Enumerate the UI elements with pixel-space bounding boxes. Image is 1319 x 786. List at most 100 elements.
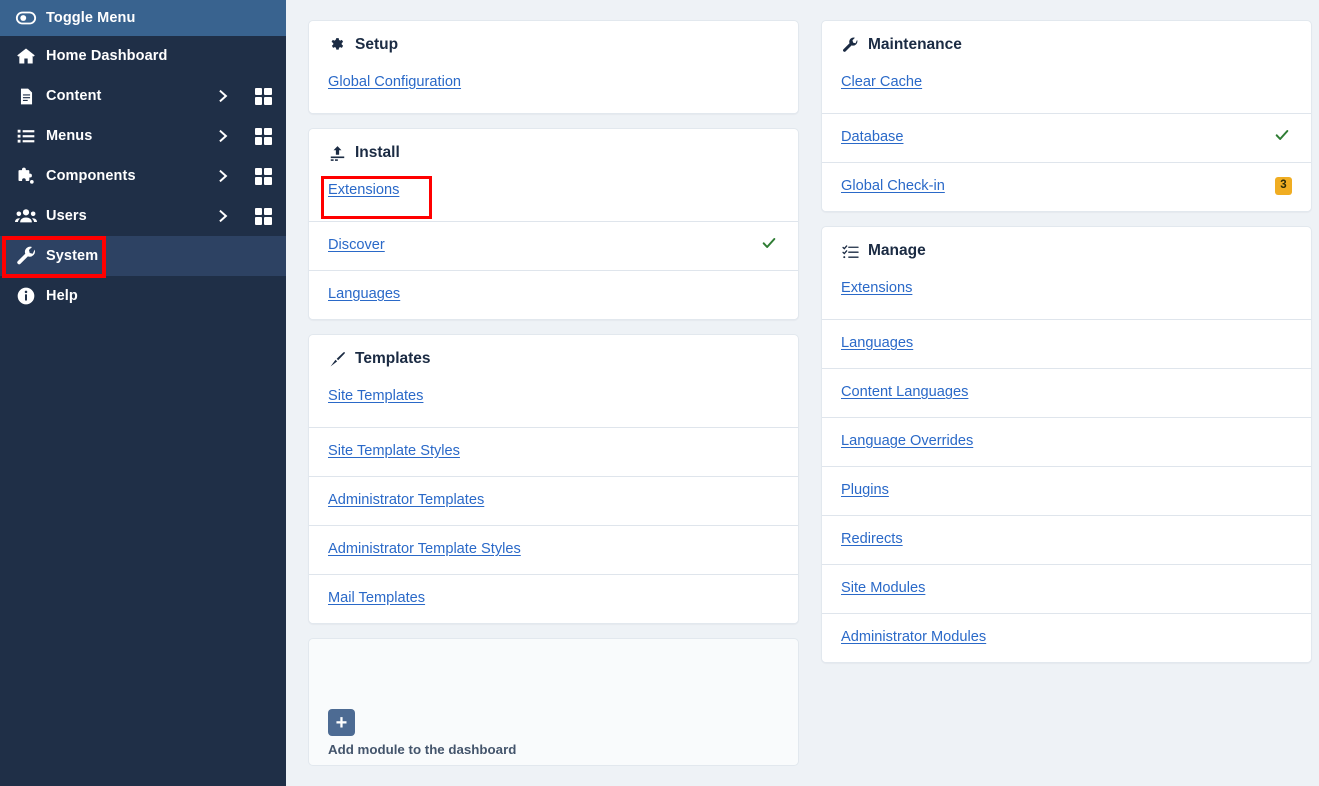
info-icon — [10, 286, 42, 306]
link-administrator-templates[interactable]: Administrator Templates — [328, 492, 779, 508]
row-trailing — [1272, 127, 1292, 147]
link-redirects[interactable]: Redirects — [841, 531, 1292, 547]
panel-title: Install — [355, 144, 400, 161]
panel-title: Maintenance — [868, 36, 962, 53]
panel-manage: Manage Extensions Languages Content Lang… — [821, 226, 1312, 663]
sidebar-item-label: Home Dashboard — [46, 48, 168, 64]
chevron-right-icon[interactable] — [206, 88, 240, 104]
link-site-templates[interactable]: Site Templates — [328, 388, 779, 404]
toggle-menu-label: Toggle Menu — [46, 10, 136, 26]
right-column: Maintenance Clear Cache Database Global … — [821, 20, 1312, 663]
sidebar-item-menus[interactable]: Menus — [0, 116, 286, 156]
toggle-menu-button[interactable]: Toggle Menu — [0, 0, 286, 36]
row-administrator-modules[interactable]: Administrator Modules — [822, 613, 1311, 662]
link-database[interactable]: Database — [841, 129, 1272, 145]
sidebar-item-label: Content — [46, 88, 102, 104]
sidebar-item-components[interactable]: Components — [0, 156, 286, 196]
row-trailing — [759, 235, 779, 255]
link-manage-languages[interactable]: Languages — [841, 335, 1292, 351]
link-content-languages[interactable]: Content Languages — [841, 384, 1292, 400]
chevron-right-icon[interactable] — [206, 168, 240, 184]
link-administrator-modules[interactable]: Administrator Modules — [841, 629, 1292, 645]
row-site-template-styles[interactable]: Site Template Styles — [309, 427, 798, 476]
row-redirects[interactable]: Redirects — [822, 515, 1311, 564]
row-content-languages[interactable]: Content Languages — [822, 368, 1311, 417]
row-mail-templates[interactable]: Mail Templates — [309, 574, 798, 623]
panel-manage-header: Manage — [822, 227, 1311, 270]
link-global-check-in[interactable]: Global Check-in — [841, 178, 1275, 194]
row-database[interactable]: Database — [822, 113, 1311, 162]
link-clear-cache[interactable]: Clear Cache — [841, 74, 1292, 90]
row-clear-cache[interactable]: Clear Cache — [822, 64, 1311, 113]
link-site-template-styles[interactable]: Site Template Styles — [328, 443, 779, 459]
row-language-overrides[interactable]: Language Overrides — [822, 417, 1311, 466]
grid-icon[interactable] — [240, 87, 286, 105]
add-module-label: Add module to the dashboard — [328, 742, 517, 757]
row-manage-languages[interactable]: Languages — [822, 319, 1311, 368]
panel-maintenance-header: Maintenance — [822, 21, 1311, 64]
row-plugins[interactable]: Plugins — [822, 466, 1311, 515]
sidebar-item-help[interactable]: Help — [0, 276, 286, 316]
row-site-modules[interactable]: Site Modules — [822, 564, 1311, 613]
row-manage-extensions[interactable]: Extensions — [822, 270, 1311, 319]
status-badge: 3 — [1275, 176, 1292, 196]
panel-title: Templates — [355, 350, 431, 367]
panel-install-header: Install — [309, 129, 798, 172]
admin-dashboard: Toggle Menu Home Dashboard Content Menus… — [0, 0, 1319, 786]
link-language-overrides[interactable]: Language Overrides — [841, 433, 1292, 449]
sidebar-item-content[interactable]: Content — [0, 76, 286, 116]
paintbrush-icon — [328, 350, 346, 368]
list-icon — [10, 126, 42, 146]
link-install-languages[interactable]: Languages — [328, 286, 779, 302]
row-administrator-template-styles[interactable]: Administrator Template Styles — [309, 525, 798, 574]
grid-icon[interactable] — [240, 167, 286, 185]
checklist-icon — [841, 242, 859, 260]
wrench-icon — [841, 36, 859, 54]
home-icon — [10, 46, 42, 66]
left-column: Setup Global Configuration Install Exten… — [308, 20, 799, 766]
panel-setup-header: Setup — [309, 21, 798, 64]
sidebar-item-users[interactable]: Users — [0, 196, 286, 236]
link-manage-extensions[interactable]: Extensions — [841, 280, 1292, 296]
sidebar-item-label: Users — [46, 208, 87, 224]
sidebar: Toggle Menu Home Dashboard Content Menus… — [0, 0, 286, 786]
check-icon — [1272, 127, 1292, 147]
grid-icon[interactable] — [240, 207, 286, 225]
row-global-configuration[interactable]: Global Configuration — [309, 64, 798, 113]
document-icon — [10, 87, 42, 106]
sidebar-item-label: Components — [46, 168, 136, 184]
panel-install: Install Extensions Discover Languages — [308, 128, 799, 320]
check-icon — [759, 235, 779, 255]
row-install-languages[interactable]: Languages — [309, 270, 798, 319]
row-install-extensions[interactable]: Extensions — [309, 172, 798, 221]
row-global-check-in[interactable]: Global Check-in 3 — [822, 162, 1311, 211]
grid-icon[interactable] — [240, 127, 286, 145]
panel-title: Setup — [355, 36, 399, 53]
panel-templates: Templates Site Templates Site Template S… — [308, 334, 799, 624]
chevron-right-icon[interactable] — [206, 128, 240, 144]
link-site-modules[interactable]: Site Modules — [841, 580, 1292, 596]
panel-setup: Setup Global Configuration — [308, 20, 799, 114]
main-content: Setup Global Configuration Install Exten… — [286, 0, 1319, 786]
sidebar-item-system[interactable]: System — [0, 236, 286, 276]
puzzle-icon — [10, 166, 42, 186]
row-site-templates[interactable]: Site Templates — [309, 378, 798, 427]
row-administrator-templates[interactable]: Administrator Templates — [309, 476, 798, 525]
link-plugins[interactable]: Plugins — [841, 482, 1292, 498]
panel-add-module[interactable]: + Add module to the dashboard — [308, 638, 799, 766]
link-mail-templates[interactable]: Mail Templates — [328, 590, 779, 606]
gear-icon — [328, 36, 346, 54]
toggle-icon — [10, 7, 42, 29]
chevron-right-icon[interactable] — [206, 208, 240, 224]
plus-square-icon[interactable]: + — [328, 709, 355, 736]
wrench-icon — [10, 246, 42, 267]
sidebar-item-home-dashboard[interactable]: Home Dashboard — [0, 36, 286, 76]
row-install-discover[interactable]: Discover — [309, 221, 798, 270]
panel-maintenance: Maintenance Clear Cache Database Global … — [821, 20, 1312, 212]
link-install-discover[interactable]: Discover — [328, 237, 759, 253]
row-trailing: 3 — [1275, 176, 1292, 196]
link-install-extensions[interactable]: Extensions — [328, 182, 779, 198]
link-administrator-template-styles[interactable]: Administrator Template Styles — [328, 541, 779, 557]
panel-templates-header: Templates — [309, 335, 798, 378]
link-global-configuration[interactable]: Global Configuration — [328, 74, 779, 90]
